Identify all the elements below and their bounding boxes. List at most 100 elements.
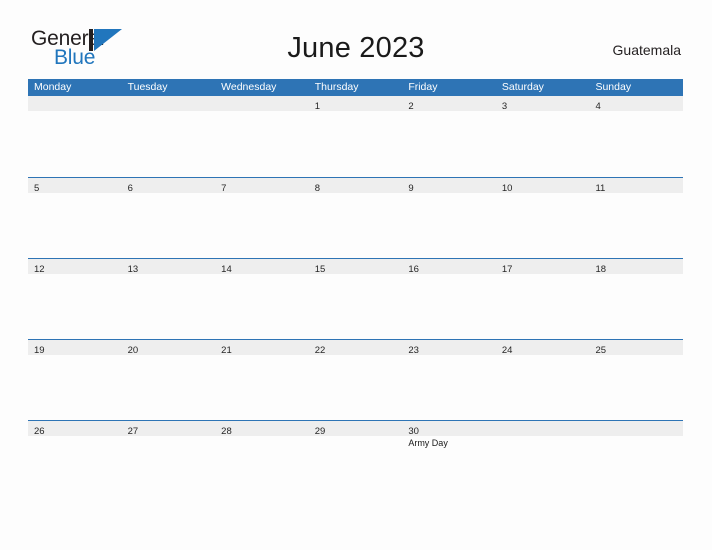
day-cell[interactable]: 18 — [589, 259, 683, 275]
day-number: 1 — [314, 101, 321, 112]
week-row: 12 13 14 15 16 17 18 — [28, 258, 683, 339]
weekday-tuesday: Tuesday — [127, 81, 168, 93]
day-cell[interactable] — [122, 96, 216, 111]
day-events[interactable] — [402, 111, 496, 175]
day-events[interactable] — [402, 193, 496, 257]
day-cell[interactable]: 29 — [309, 421, 403, 437]
day-number: 29 — [314, 426, 326, 437]
day-number: 12 — [34, 264, 45, 275]
day-events[interactable] — [402, 274, 496, 338]
day-cell[interactable]: 9 — [402, 178, 496, 194]
day-cell[interactable]: 27 — [122, 421, 216, 437]
day-events[interactable] — [589, 274, 683, 338]
day-number: 19 — [34, 345, 45, 356]
day-number: 14 — [221, 264, 232, 275]
day-cell[interactable]: 11 — [589, 178, 683, 194]
day-events[interactable] — [589, 111, 683, 175]
day-events[interactable] — [309, 355, 403, 419]
day-number: 3 — [501, 101, 508, 112]
day-events[interactable] — [309, 274, 403, 338]
day-number: 16 — [408, 264, 419, 275]
day-cell[interactable]: 2 — [402, 96, 496, 112]
day-cell[interactable]: 10 — [496, 178, 590, 194]
day-number: 23 — [408, 345, 419, 356]
day-cell[interactable]: 12 — [28, 259, 122, 275]
week-date-band: 19 20 21 22 23 24 25 — [28, 339, 683, 356]
day-events[interactable] — [215, 274, 309, 338]
day-cell[interactable]: 13 — [122, 259, 216, 275]
day-cell[interactable]: 19 — [28, 340, 122, 356]
day-cell[interactable] — [496, 421, 590, 436]
day-events[interactable] — [309, 193, 403, 257]
day-events[interactable] — [122, 274, 216, 338]
day-cell[interactable]: 24 — [496, 340, 590, 356]
day-cell[interactable]: 25 — [589, 340, 683, 356]
day-cell[interactable]: 1 — [309, 96, 403, 112]
day-events[interactable] — [496, 193, 590, 257]
day-events[interactable] — [28, 355, 122, 419]
week-date-band: 26 27 28 29 30 — [28, 420, 683, 437]
day-number: 28 — [221, 426, 232, 437]
weekday-thursday: Thursday — [314, 81, 359, 93]
week-events-band — [28, 111, 683, 175]
day-cell[interactable]: 23 — [402, 340, 496, 356]
day-events[interactable] — [28, 436, 122, 500]
day-number: 11 — [595, 183, 606, 194]
day-cell[interactable]: 6 — [122, 178, 216, 194]
day-number: 9 — [408, 183, 414, 194]
day-events[interactable] — [122, 436, 216, 500]
day-cell[interactable] — [589, 421, 683, 436]
week-events-band — [28, 193, 683, 257]
day-cell[interactable]: 4 — [589, 96, 683, 112]
day-events[interactable] — [496, 355, 590, 419]
day-events[interactable] — [215, 355, 309, 419]
day-events[interactable] — [589, 436, 683, 500]
calendar-grid: Monday Tuesday Wednesday Thursday Friday… — [28, 79, 683, 501]
day-number: 15 — [314, 264, 326, 275]
day-events[interactable] — [28, 274, 122, 338]
week-date-band: 1 2 3 4 — [28, 96, 683, 112]
day-events[interactable] — [496, 274, 590, 338]
day-events[interactable] — [309, 111, 403, 175]
day-events[interactable] — [28, 193, 122, 257]
day-events[interactable] — [589, 355, 683, 419]
day-cell[interactable] — [215, 96, 309, 111]
day-events[interactable]: Army Day — [402, 436, 496, 500]
day-events[interactable] — [496, 111, 590, 175]
day-events[interactable] — [215, 193, 309, 257]
day-cell[interactable]: 17 — [496, 259, 590, 275]
day-events[interactable] — [215, 436, 309, 500]
day-number: 2 — [408, 101, 414, 112]
day-events[interactable] — [122, 355, 216, 419]
day-events[interactable] — [122, 193, 216, 257]
weekday-saturday: Saturday — [501, 81, 544, 93]
day-events[interactable] — [215, 111, 309, 175]
day-cell[interactable]: 26 — [28, 421, 122, 437]
day-events[interactable] — [402, 355, 496, 419]
day-cell[interactable]: 5 — [28, 178, 122, 194]
day-cell[interactable]: 8 — [309, 178, 403, 194]
day-events[interactable] — [496, 436, 590, 500]
day-cell[interactable]: 7 — [215, 178, 309, 194]
day-cell[interactable]: 22 — [309, 340, 403, 356]
day-cell[interactable]: 14 — [215, 259, 309, 275]
day-number: 5 — [34, 183, 40, 194]
day-cell[interactable]: 3 — [496, 96, 590, 112]
day-events[interactable] — [309, 436, 403, 500]
day-cell[interactable]: 30 — [402, 421, 496, 437]
day-number: 30 — [408, 426, 419, 437]
day-cell[interactable] — [28, 96, 122, 111]
day-events[interactable] — [589, 193, 683, 257]
day-number: 24 — [501, 345, 513, 356]
day-number: 10 — [501, 183, 513, 194]
day-events[interactable] — [122, 111, 216, 175]
day-number: 13 — [127, 264, 139, 275]
weekday-friday: Friday — [408, 81, 438, 93]
day-cell[interactable]: 21 — [215, 340, 309, 356]
day-number: 8 — [314, 183, 321, 194]
day-cell[interactable]: 16 — [402, 259, 496, 275]
day-cell[interactable]: 15 — [309, 259, 403, 275]
day-events[interactable] — [28, 111, 122, 175]
day-cell[interactable]: 20 — [122, 340, 216, 356]
day-cell[interactable]: 28 — [215, 421, 309, 437]
